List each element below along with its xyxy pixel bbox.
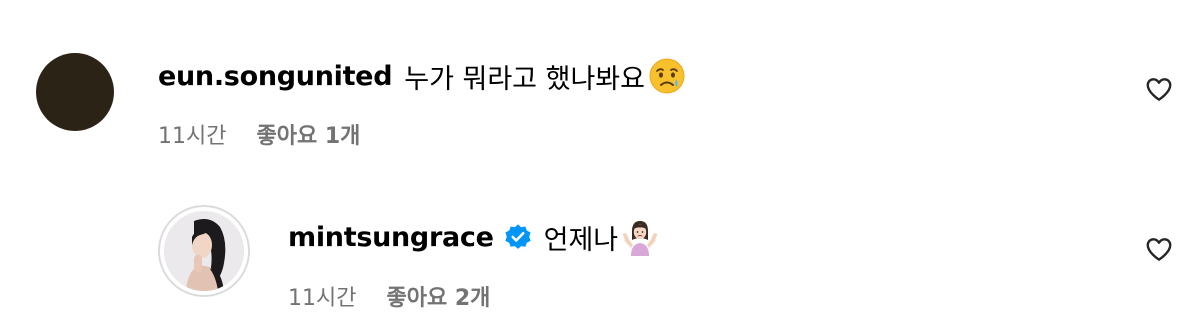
crying-face-emoji-icon [647,56,687,96]
like-count[interactable]: 좋아요 1개 [256,118,360,150]
heart-icon[interactable] [1144,234,1174,264]
comment: eun.songunited 누가 뭐라고 했나봐요 11시간 좋아요 1개 [0,0,1200,170]
comment-reply: mintsungrace 언제나 11시간 좋아요 2개 [0,170,1200,336]
avatar[interactable] [158,205,250,297]
timestamp[interactable]: 11시간 [288,280,356,312]
verified-badge-icon [504,223,532,251]
username[interactable]: eun.songunited [158,61,393,92]
comment-meta: 11시간 좋아요 2개 [288,280,490,312]
timestamp[interactable]: 11시간 [158,118,226,150]
username[interactable]: mintsungrace [288,222,494,253]
comment-text: 언제나 [543,224,619,256]
avatar[interactable] [36,53,114,131]
heart-icon[interactable] [1144,74,1174,104]
comment-body: mintsungrace 언제나 [288,216,660,258]
comment-meta: 11시간 좋아요 1개 [158,118,360,150]
person-shrugging-emoji-icon [620,217,660,257]
comment-body: eun.songunited 누가 뭐라고 했나봐요 [158,55,687,97]
like-count[interactable]: 좋아요 2개 [386,280,490,312]
comment-text: 누가 뭐라고 했나봐요 [404,63,645,95]
